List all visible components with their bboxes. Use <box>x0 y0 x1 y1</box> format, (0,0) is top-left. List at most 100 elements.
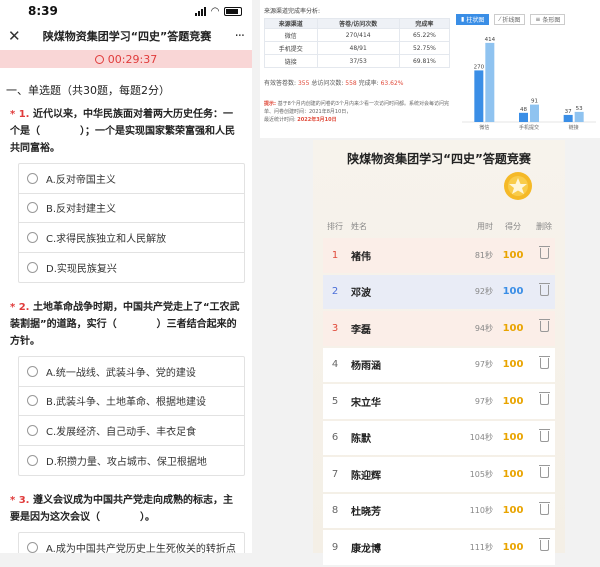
radio-icon[interactable] <box>27 395 38 407</box>
time-used: 94秒 <box>474 323 493 333</box>
option-q2-a[interactable]: A.统一战线、武装斗争、党的建设 <box>19 357 244 387</box>
option-q2-b[interactable]: B.武装斗争、土地革命、根据地建设 <box>19 387 244 416</box>
option-label: C.发展经济、自己动手、丰衣足食 <box>46 426 197 438</box>
participant-name: 陈默 <box>351 434 371 446</box>
table-row: 微信 270/414 65.22% <box>264 28 451 42</box>
option-label: A.成为中国共产党历史上生死攸关的转折点 <box>46 544 236 553</box>
question-text: 遵义会议成为中国共产党走向成熟的标志，主要是因为这次会议（ ）。 <box>10 495 233 523</box>
option-q1-c[interactable]: C.求得民族独立和人民解放 <box>19 223 244 253</box>
time-used: 97秒 <box>474 360 493 370</box>
rank-number: 9 <box>331 541 339 553</box>
note-deadline: 2022年3月10日 <box>297 117 337 123</box>
time-used: 105秒 <box>469 469 493 479</box>
tab-line-chart[interactable]: ⁄ 折线图 <box>494 14 526 25</box>
table-cell: 37/53 <box>316 54 400 68</box>
table-header: 来源渠道 <box>264 18 318 29</box>
more-icon[interactable]: ··· <box>226 29 245 44</box>
option-label: D.实现民族复兴 <box>46 263 117 275</box>
participant-name: 陈迎辉 <box>351 470 381 482</box>
option-q2-c[interactable]: C.发展经济、自己动手、丰衣足食 <box>19 416 244 446</box>
tab-horizontal-bar-chart[interactable]: ≡ 条形图 <box>530 14 566 25</box>
table-row: 4 杨雨涵 97秒 100 <box>323 347 555 382</box>
radio-icon[interactable] <box>27 365 38 377</box>
bar-value-label: 91 <box>531 99 538 105</box>
rank-number: 5 <box>331 395 339 407</box>
table-row: 1 褚伟 81秒 100 <box>323 238 555 273</box>
table-cell: 52.75% <box>398 41 451 55</box>
status-icons: ◠ <box>195 6 242 17</box>
option-q1-a[interactable]: A.反对帝国主义 <box>19 164 244 194</box>
table-cell: 69.81% <box>398 54 451 68</box>
question-number: * 3. <box>10 495 30 506</box>
delete-button[interactable] <box>533 355 555 372</box>
ranking-panel: 陕煤物资集团学习“四史”答题竞赛 排行 姓名 用时 得分 删除 1 褚伟 81秒 10… <box>313 140 565 565</box>
quiz-screen: 8:39 ◠ ✕ 陕煤物资集团学习“四史”答题竞赛 ··· 00:29:37 一… <box>0 0 252 553</box>
section-title: 一、单选题（共30题，每题2分） <box>6 84 170 97</box>
delete-button[interactable] <box>533 428 555 445</box>
delete-button[interactable] <box>533 538 555 554</box>
radio-icon[interactable] <box>27 172 38 184</box>
trash-icon <box>538 282 550 296</box>
delete-button[interactable] <box>533 465 555 481</box>
participant-name: 邓波 <box>351 288 371 300</box>
radio-icon[interactable] <box>27 231 38 243</box>
table-row: 手机提交 48/91 52.75% <box>264 41 451 55</box>
time-used: 97秒 <box>474 396 493 406</box>
table-header: 完成率 <box>398 18 451 29</box>
summary-label: 有效答卷数: <box>264 80 297 87</box>
radio-icon[interactable] <box>27 424 38 436</box>
bar-chart-icon: ▮ <box>461 16 465 23</box>
trash-icon <box>538 355 550 369</box>
status-time: 8:39 <box>28 4 58 18</box>
question-2: * 2. 土地革命战争时期，中国共产党走上了“工农武装割据”的道路，实行（ ）三… <box>0 299 252 350</box>
trash-icon <box>538 501 550 515</box>
option-q1-b[interactable]: B.反对封建主义 <box>19 194 244 223</box>
delete-button[interactable] <box>533 282 555 299</box>
table-cell: 手机提交 <box>264 41 318 55</box>
option-label: B.反对封建主义 <box>46 204 117 216</box>
radio-icon[interactable] <box>27 202 38 214</box>
bar-value-label: 37 <box>565 109 572 115</box>
bar-0-1 <box>485 42 495 122</box>
participant-name: 宋立华 <box>351 397 381 409</box>
radio-icon[interactable] <box>27 261 38 273</box>
rank-number: 2 <box>331 286 339 298</box>
question-number: * 1. <box>10 109 30 120</box>
option-q3-a[interactable]: A.成为中国共产党历史上生死攸关的转折点 <box>19 533 244 553</box>
header-time: 用时 <box>477 221 493 231</box>
header-name: 姓名 <box>351 221 367 231</box>
option-q2-d[interactable]: D.积攒力量、攻占城市、保卫根据地 <box>19 446 244 476</box>
delete-button[interactable] <box>533 319 555 335</box>
ranking-rows: 1 褚伟 81秒 100 2 邓波 92秒 100 3 李磊 94秒 100 4 杨雨涵 97秒 100… <box>323 238 555 567</box>
delete-button[interactable] <box>533 392 555 408</box>
note-text: 基于8个月内创建的问卷的3个月内来少看一次访问时间都。系统对会每访问完单、问卷创… <box>264 101 449 115</box>
delete-button[interactable] <box>533 501 555 518</box>
table-row: 9 康龙博 111秒 100 <box>323 530 555 565</box>
bar-2-1 <box>574 111 584 122</box>
table-row: 链接 37/53 69.81% <box>264 54 451 68</box>
nav-bar: ✕ 陕煤物资集团学习“四史”答题竞赛 ··· <box>0 22 252 50</box>
time-used: 81秒 <box>474 250 493 260</box>
participant-name: 杨雨涵 <box>351 361 381 373</box>
delete-button[interactable] <box>533 246 555 262</box>
bar-value-label: 48 <box>520 107 527 113</box>
question-1: * 1. 近代以来，中华民族面对着两大历史任务：一个是（ ）；一个是实现国家繁荣… <box>0 106 252 157</box>
radio-icon[interactable] <box>27 542 38 553</box>
close-icon[interactable]: ✕ <box>8 27 28 45</box>
rank-number: 3 <box>331 322 339 334</box>
option-label: A.反对帝国主义 <box>46 174 116 186</box>
rank-number: 7 <box>331 468 339 480</box>
score: 100 <box>502 468 524 480</box>
score: 100 <box>502 541 524 553</box>
clock-icon <box>94 54 104 64</box>
stats-note: 提示: 基于8个月内创建的问卷的3个月内来少看一次访问时间都。系统对会每访问完单… <box>264 100 454 124</box>
bar-chart: 270 414 微信 48 91 手机提交 37 53 链接 <box>456 30 600 132</box>
radio-icon[interactable] <box>27 454 38 466</box>
option-q1-d[interactable]: D.实现民族复兴 <box>19 253 244 283</box>
tab-bar-chart[interactable]: ▮ 柱状图 <box>456 14 490 25</box>
bar-value-label: 414 <box>485 37 496 43</box>
table-cell: 48/91 <box>316 41 400 55</box>
signal-icon <box>195 6 207 16</box>
hbar-chart-icon: ≡ <box>535 16 541 23</box>
bar-2-0 <box>563 114 573 122</box>
